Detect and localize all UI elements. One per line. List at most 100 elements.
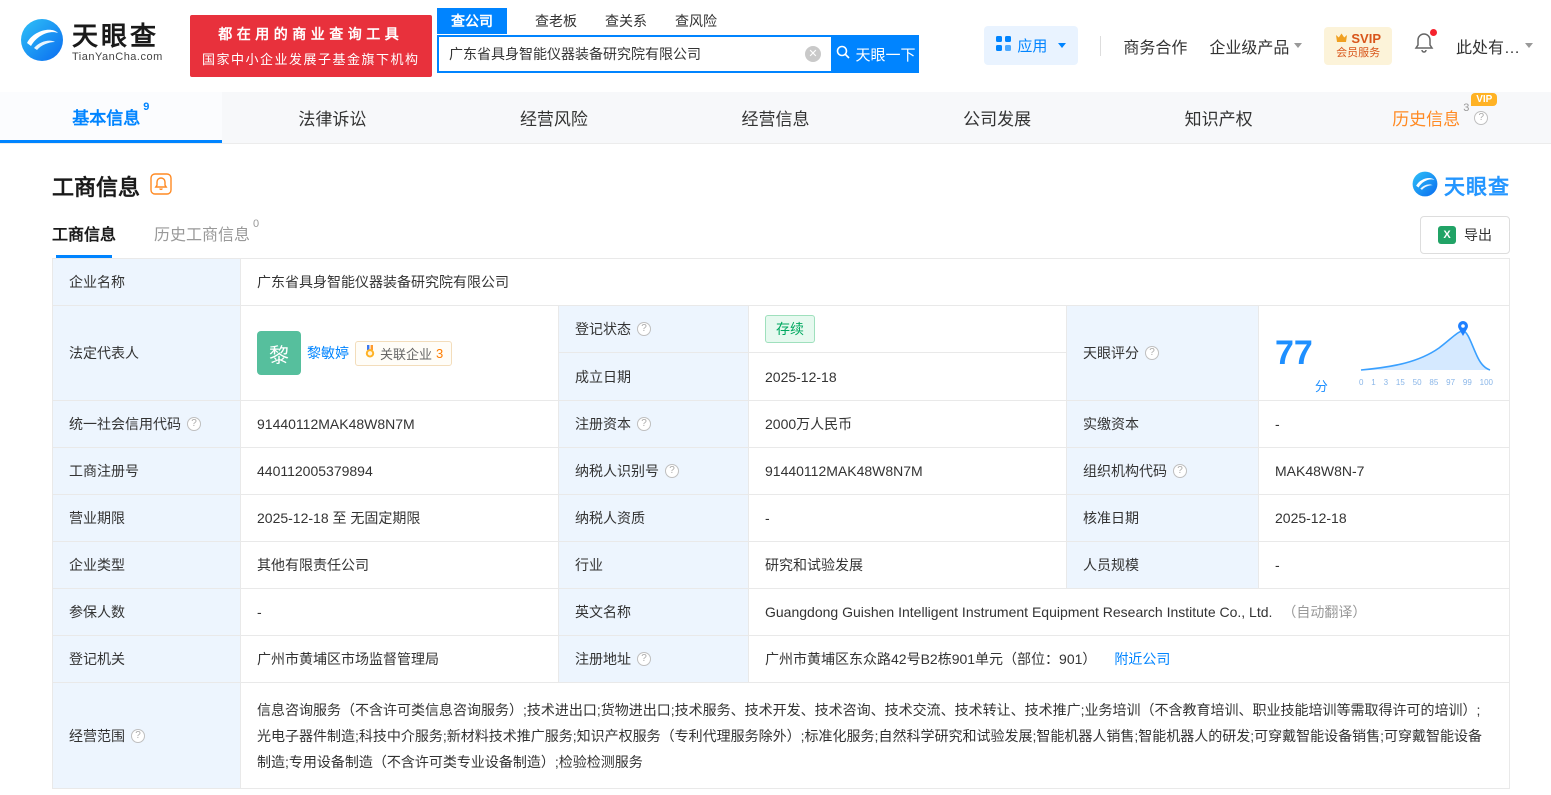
tab-history-info[interactable]: 历史信息 3 VIP ? (1329, 92, 1551, 143)
excel-icon: X (1438, 226, 1456, 244)
top-header: 天眼查 TianYanCha.com 都在用的商业查询工具 国家中小企业发展子基… (0, 0, 1551, 92)
clear-icon[interactable]: ✕ (805, 46, 821, 62)
reg-capital: 2000万人民币 (765, 416, 853, 432)
bell-icon (1414, 32, 1434, 59)
field-label: 企业类型 (69, 557, 125, 573)
notification-bell[interactable] (1414, 29, 1437, 59)
taxpayer-quality-value-cell: - (749, 495, 1067, 541)
field-label: 纳税人识别号 (575, 463, 659, 479)
help-icon[interactable]: ? (637, 652, 651, 666)
business-term-label-cell: 营业期限 (53, 495, 241, 541)
section-brand-logo: 天眼查 (1412, 171, 1510, 202)
section-head: 工商信息 天眼查 (0, 170, 1551, 202)
field-label: 人员规模 (1083, 557, 1139, 573)
search-button[interactable]: 天眼一下 (833, 35, 919, 73)
search-tab-company[interactable]: 查公司 (437, 7, 507, 34)
status-badge: 存续 (765, 315, 815, 343)
tick: 97 (1446, 377, 1456, 387)
tab-operation-label: 经营信息 (741, 110, 810, 129)
legal-rep-link[interactable]: 黎敏婷 (307, 343, 349, 363)
vip-badge: VIP (1471, 93, 1498, 106)
reg-status-value-cell: 存续 (749, 306, 1067, 352)
header-nav: 应用 商务合作 企业级产品 SVIP 会员服务 此处有… (984, 26, 1533, 65)
insured-count-value-cell: - (241, 589, 559, 635)
table-row: 法定代表人 黎 黎敏婷 关联企业 3 登记状态 ? 存续 成立日期 2025-1… (53, 306, 1509, 401)
score-unit: 分 (1314, 379, 1328, 394)
paid-capital-label-cell: 实缴资本 (1067, 401, 1259, 447)
table-row: 统一社会信用代码 ? 91440112MAK48W8N7M 注册资本 ? 200… (53, 401, 1509, 448)
related-companies-badge[interactable]: 关联企业 3 (355, 340, 453, 366)
tab-legal-label: 法律诉讼 (298, 110, 367, 129)
help-icon[interactable]: ? (1474, 110, 1489, 125)
search-button-label: 天眼一下 (855, 46, 916, 64)
tab-intellectual-property[interactable]: 知识产权 (1108, 92, 1330, 143)
score-axis-ticks: 0 1 3 15 50 85 97 99 100 (1359, 378, 1493, 387)
export-label: 导出 (1464, 227, 1492, 243)
tick: 100 (1479, 377, 1493, 387)
search-tab-relation[interactable]: 查关系 (605, 11, 647, 31)
company-name-label-cell: 企业名称 (53, 259, 241, 305)
nav-enterprise[interactable]: 企业级产品 (1209, 34, 1303, 58)
search-tab-risk[interactable]: 查风险 (675, 11, 717, 31)
score-curve-chart: 0 1 3 15 50 85 97 99 100 (1359, 320, 1493, 387)
business-scope-label-cell: 经营范围 ? (53, 683, 241, 788)
field-label: 工商注册号 (69, 463, 139, 479)
credit-code: 91440112MAK48W8N7M (257, 416, 415, 432)
nav-cooperation[interactable]: 商务合作 (1123, 34, 1187, 58)
reg-address-value-cell: 广州市黄埔区东众路42号B2栋901单元（部位：901） 附近公司 (749, 636, 1509, 682)
legal-rep-avatar[interactable]: 黎 (257, 331, 301, 375)
tab-operating-info[interactable]: 经营信息 (665, 92, 887, 143)
tab-legal[interactable]: 法律诉讼 (222, 92, 444, 143)
search-input[interactable] (449, 46, 805, 62)
business-scope: 信息咨询服务（不含许可类信息咨询服务）;技术进出口;货物进出口;技术服务、技术开… (257, 701, 1483, 770)
reg-number: 440112005379894 (257, 463, 373, 479)
tab-company-development[interactable]: 公司发展 (886, 92, 1108, 143)
company-tabbar: 基本信息 9 法律诉讼 经营风险 经营信息 公司发展 知识产权 历史信息 3 V… (0, 92, 1551, 144)
help-icon[interactable]: ? (665, 464, 679, 478)
nav-apps[interactable]: 应用 (984, 26, 1079, 65)
reg-address: 广州市黄埔区东众路42号B2栋901单元（部位：901） (765, 651, 1097, 667)
table-row: 参保人数 - 英文名称 Guangdong Guishen Intelligen… (53, 589, 1509, 636)
field-label: 法定代表人 (69, 345, 139, 361)
subtab-business-info[interactable]: 工商信息 (52, 221, 116, 258)
staff-size: - (1275, 557, 1280, 573)
paid-capital: - (1275, 416, 1280, 432)
alarm-bell-icon[interactable] (150, 172, 172, 200)
tab-operating-risk[interactable]: 经营风险 (443, 92, 665, 143)
help-icon[interactable]: ? (1173, 464, 1187, 478)
help-icon[interactable]: ? (1145, 346, 1159, 360)
insured-count-label-cell: 参保人数 (53, 589, 241, 635)
nav-divider (1100, 35, 1102, 56)
approval-date-value-cell: 2025-12-18 (1259, 495, 1509, 541)
help-icon[interactable]: ? (131, 728, 145, 743)
svip-membership-button[interactable]: SVIP 会员服务 (1324, 26, 1392, 65)
field-label: 参保人数 (69, 604, 125, 620)
nearby-companies-link[interactable]: 附近公司 (1114, 649, 1170, 669)
reg-address-label-cell: 注册地址 ? (559, 636, 749, 682)
company-type-label-cell: 企业类型 (53, 542, 241, 588)
tab-basic-label: 基本信息 (72, 108, 141, 128)
help-icon[interactable]: ? (637, 417, 651, 431)
reg-authority-value-cell: 广州市黄埔区市场监督管理局 (241, 636, 559, 682)
tab-basic-info[interactable]: 基本信息 9 (0, 92, 222, 143)
tick: 0 (1359, 377, 1364, 387)
business-scope-value-cell: 信息咨询服务（不含许可类信息咨询服务）;技术进出口;货物进出口;技术服务、技术开… (241, 683, 1509, 788)
help-icon[interactable]: ? (187, 417, 201, 431)
nav-user-more[interactable]: 此处有… (1456, 34, 1533, 58)
tick: 1 (1371, 377, 1376, 387)
help-icon[interactable]: ? (637, 322, 651, 336)
search-tab-boss[interactable]: 查老板 (535, 11, 577, 31)
svip-sublabel: 会员服务 (1336, 46, 1381, 59)
business-term-value-cell: 2025-12-18 至 无固定期限 (241, 495, 559, 541)
staff-size-label-cell: 人员规模 (1067, 542, 1259, 588)
subtab-history-business-info[interactable]: 历史工商信息 0 (154, 218, 260, 258)
table-row: 工商注册号 440112005379894 纳税人识别号 ? 91440112M… (53, 448, 1509, 495)
subtab-history-count: 0 (253, 218, 260, 230)
tianyancha-logo[interactable]: 天眼查 TianYanCha.com (20, 18, 163, 67)
field-label: 注册资本 (575, 416, 631, 432)
field-label: 纳税人资质 (575, 510, 645, 526)
medal-icon (364, 345, 376, 361)
export-button[interactable]: X 导出 (1420, 216, 1510, 254)
slogan-badge: 都在用的商业查询工具 国家中小企业发展子基金旗下机构 (190, 15, 432, 77)
tab-history-count: 3 (1463, 102, 1470, 114)
